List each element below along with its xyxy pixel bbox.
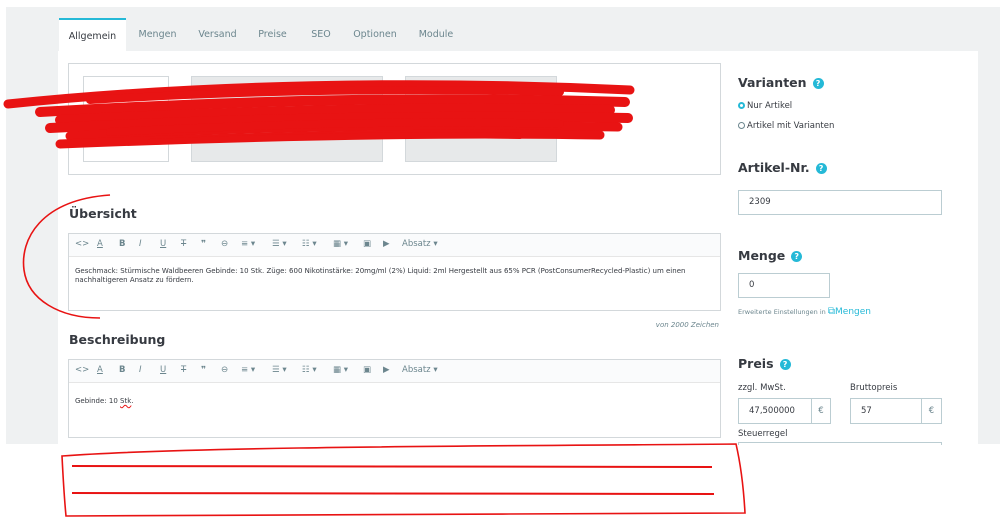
quantity-heading: Menge? [738,248,803,263]
italic-icon[interactable]: I [139,365,142,375]
description-heading: Beschreibung [69,332,166,347]
bullet-list-icon[interactable]: ☰ ▾ [272,239,287,249]
underline-icon[interactable]: U [160,365,166,375]
code-view-icon[interactable]: <> [75,239,89,249]
article-title: Artikel-Nr. [738,160,810,175]
tab-mengen[interactable]: Mengen [130,18,185,51]
tab-module[interactable]: Module [410,18,462,51]
underline-icon[interactable]: U [160,239,166,249]
annotation-box [61,443,746,517]
advanced-settings-text: Erweiterte Einstellungen in [738,308,826,316]
tab-versand[interactable]: Versand [190,18,245,51]
media-icon[interactable]: ▶ [383,239,390,249]
net-price-label: zzgl. MwSt. [738,383,786,393]
net-currency-suffix: € [811,398,831,424]
help-icon[interactable]: ? [791,251,803,262]
tax-rule-select[interactable] [738,442,942,445]
article-heading: Artikel-Nr.? [738,160,827,175]
strikethrough-icon[interactable]: T [181,365,186,375]
tab-preise[interactable]: Preise [250,18,295,51]
advanced-settings-note: Erweiterte Einstellungen in ⧉Mengen [738,306,871,317]
numbered-list-icon[interactable]: ☷ ▾ [302,365,317,375]
description-text-part: . [131,397,134,405]
summary-char-counter: von 2000 Zeichen [655,321,719,329]
radio-selected-icon[interactable] [738,102,745,109]
description-toolbar: <> A B I U T ❞ ⊖ ≡ ▾ ☰ ▾ ☷ ▾ ▦ ▾ ▣ ▶ Abs… [69,360,720,383]
media-icon[interactable]: ▶ [383,365,390,375]
gross-currency-suffix: € [921,398,942,424]
image-upload-slot[interactable] [83,76,169,162]
code-view-icon[interactable]: <> [75,365,89,375]
bold-icon[interactable]: B [119,239,125,249]
table-icon[interactable]: ▦ ▾ [333,365,348,375]
align-icon[interactable]: ≡ ▾ [241,365,255,375]
radio-icon[interactable] [738,122,745,129]
link-icon[interactable]: ⊖ [221,239,228,249]
font-color-icon[interactable]: A [97,365,103,375]
tax-rule-label: Steuerregel [738,429,788,439]
help-icon[interactable]: ? [815,163,827,174]
help-icon[interactable]: ? [779,359,791,370]
quantities-link[interactable]: ⧉Mengen [827,306,871,317]
italic-icon[interactable]: I [139,239,142,249]
summary-text[interactable]: Geschmack: Stürmische Waldbeeren Gebinde… [69,257,720,295]
product-image-thumb[interactable] [191,76,383,162]
summary-editor[interactable]: <> A B I U T ❞ ⊖ ≡ ▾ ☰ ▾ ☷ ▾ ▦ ▾ ▣ ▶ Abs… [68,233,721,311]
numbered-list-icon[interactable]: ☷ ▾ [302,239,317,249]
tab-allgemein[interactable]: Allgemein [59,18,126,51]
variants-title: Varianten [738,75,807,90]
annotation-line [71,465,713,468]
paragraph-format-dropdown[interactable]: Absatz ▾ [402,365,438,375]
variants-heading: Varianten? [738,75,824,90]
help-icon[interactable]: ? [812,78,824,89]
product-image-thumb[interactable] [405,76,557,162]
link-icon[interactable]: ⊖ [221,365,228,375]
quantities-link-label: Mengen [835,307,871,317]
paragraph-format-dropdown[interactable]: Absatz ▾ [402,239,438,249]
align-icon[interactable]: ≡ ▾ [241,239,255,249]
tab-seo[interactable]: SEO [302,18,340,51]
price-heading: Preis? [738,356,791,371]
variants-option-label: Nur Artikel [747,101,793,111]
spellcheck-word: Stk [120,397,132,405]
net-price-input[interactable]: 47,500000 [738,398,812,424]
price-title: Preis [738,356,774,371]
product-images-area[interactable] [68,63,721,175]
annotation-line [71,492,715,495]
bold-icon[interactable]: B [119,365,125,375]
quantity-input[interactable]: 0 [738,273,830,298]
blockquote-icon[interactable]: ❞ [201,365,206,375]
strikethrough-icon[interactable]: T [181,239,186,249]
bullet-list-icon[interactable]: ☰ ▾ [272,365,287,375]
blockquote-icon[interactable]: ❞ [201,239,206,249]
table-icon[interactable]: ▦ ▾ [333,239,348,249]
variants-option-label: Artikel mit Varianten [747,121,835,131]
variants-option-single[interactable]: Nur Artikel [738,101,792,111]
tab-optionen[interactable]: Optionen [347,18,403,51]
description-editor[interactable]: <> A B I U T ❞ ⊖ ≡ ▾ ☰ ▾ ☷ ▾ ▦ ▾ ▣ ▶ Abs… [68,359,721,438]
gross-price-input[interactable]: 57 [850,398,922,424]
summary-toolbar: <> A B I U T ❞ ⊖ ≡ ▾ ☰ ▾ ☷ ▾ ▦ ▾ ▣ ▶ Abs… [69,234,720,257]
summary-heading: Übersicht [69,206,137,221]
variants-option-with-variants[interactable]: Artikel mit Varianten [738,121,834,131]
image-icon[interactable]: ▣ [363,239,371,249]
description-text[interactable]: Gebinde: 10 Stk. [69,383,720,416]
image-icon[interactable]: ▣ [363,365,371,375]
description-text-part: Gebinde: 10 [75,397,121,405]
font-color-icon[interactable]: A [97,239,103,249]
external-link-icon: ⧉ [827,306,836,317]
gross-price-label: Bruttopreis [850,383,898,393]
article-number-input[interactable]: 2309 [738,190,942,215]
quantity-title: Menge [738,248,786,263]
